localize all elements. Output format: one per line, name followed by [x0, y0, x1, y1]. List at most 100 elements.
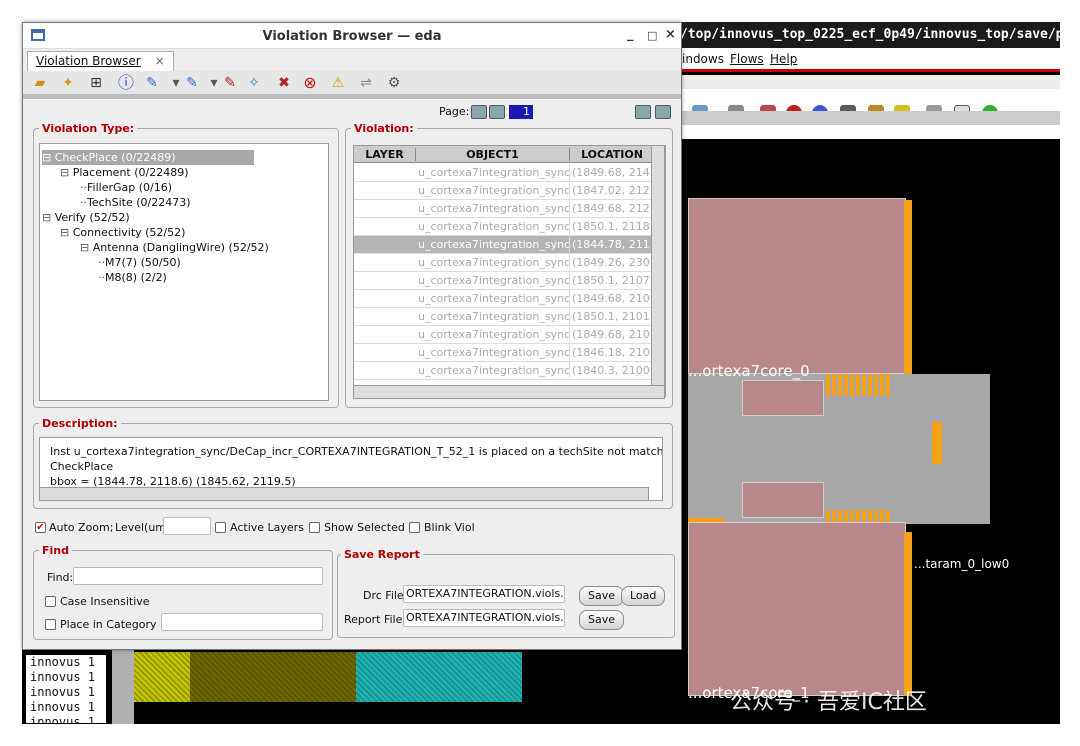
- tree-item-label: CheckPlace (0/22489): [54, 151, 176, 164]
- table-cell-object: u_cortexa7integration_sync/...: [418, 236, 570, 254]
- table-row[interactable]: u_cortexa7integration_sync/... (1849.68, …: [354, 200, 654, 218]
- column-header-object1[interactable]: OBJECT1: [416, 148, 570, 161]
- tree-item[interactable]: ⊟ Connectivity (52/52): [60, 225, 185, 240]
- tree-collapse-icon[interactable]: ⊟: [42, 151, 55, 164]
- settings-wand-icon[interactable]: ✧: [245, 74, 263, 92]
- info-icon[interactable]: ⓘ: [117, 74, 135, 92]
- tab-violation-browser[interactable]: Violation Browser ×: [27, 51, 174, 71]
- show-selected-label: Show Selected: [324, 521, 405, 534]
- table-row[interactable]: u_cortexa7integration_sync/... (1850.1, 2…: [354, 218, 654, 236]
- tree-collapse-icon[interactable]: ⊟: [60, 226, 73, 239]
- auto-zoom-checkbox[interactable]: ✔: [35, 522, 46, 533]
- level-input[interactable]: [163, 517, 211, 535]
- table-row[interactable]: u_cortexa7integration_sync/... (1846.18, …: [354, 344, 654, 362]
- page-first-button[interactable]: [471, 105, 487, 119]
- title-bar[interactable]: Violation Browser — eda _ □ ×: [23, 23, 681, 49]
- tree-item[interactable]: ··FillerGap (0/16): [80, 180, 172, 195]
- drc-save-button[interactable]: Save: [579, 586, 625, 606]
- table-row[interactable]: u_cortexa7integration_sync/... (1849.68, …: [354, 326, 654, 344]
- layout-block-top: [688, 198, 906, 374]
- table-cell-object: u_cortexa7integration_sync/...: [418, 308, 570, 326]
- save-report-label: Save Report: [341, 548, 423, 561]
- table-row[interactable]: u_cortexa7integration_sync/... (1849.68, …: [354, 164, 654, 182]
- close-button[interactable]: ×: [665, 27, 676, 42]
- drc-file-input[interactable]: ORTEXA7INTEGRATION.viols.drc: [403, 585, 565, 603]
- open-folder-icon[interactable]: ▰: [31, 74, 49, 92]
- tree-item[interactable]: ⊟ CheckPlace (0/22489): [42, 150, 254, 165]
- drc-file-label: Drc File:: [363, 589, 408, 602]
- active-layers-checkbox[interactable]: [215, 522, 226, 533]
- layout-block-small: [742, 482, 824, 518]
- menu-flows[interactable]: Flows: [730, 52, 764, 66]
- table-row[interactable]: u_cortexa7integration_sync/... (1844.78, …: [354, 236, 654, 254]
- table-row[interactable]: u_cortexa7integration_sync/... (1850.1, 2…: [354, 308, 654, 326]
- report-save-button[interactable]: Save: [579, 610, 625, 630]
- page-label: Page:: [439, 105, 470, 118]
- tree-collapse-icon[interactable]: ⊟: [42, 211, 55, 224]
- table-cell-location: (1849.68, 210...: [572, 328, 654, 341]
- menu-windows[interactable]: indows: [682, 52, 724, 66]
- description-line: CheckPlace: [50, 460, 114, 473]
- maximize-button[interactable]: □: [647, 29, 657, 42]
- console-output[interactable]: innovus 1 innovus 1 innovus 1 innovus 1 inno…: [26, 655, 106, 723]
- tab-close-icon[interactable]: ×: [155, 54, 165, 68]
- menu-help[interactable]: Help: [770, 52, 797, 66]
- delete-icon[interactable]: ✖: [275, 74, 293, 92]
- table-vertical-scrollbar[interactable]: [651, 145, 665, 397]
- table-cell-object: u_cortexa7integration_sync/...: [418, 272, 570, 290]
- stop-icon[interactable]: ⊗: [301, 74, 319, 92]
- table-cell-location: (1850.1, 2118...: [572, 220, 654, 233]
- page-last-button[interactable]: [655, 105, 671, 119]
- table-row[interactable]: u_cortexa7integration_sync/... (1840.3, 2…: [354, 362, 654, 380]
- drc-load-button[interactable]: Load: [621, 586, 666, 606]
- table-row[interactable]: u_cortexa7integration_sync/... (1849.68, …: [354, 290, 654, 308]
- tree-collapse-icon[interactable]: ⊟: [60, 166, 73, 179]
- blink-viol-checkbox[interactable]: [409, 522, 420, 533]
- find-label: Find:: [47, 571, 74, 584]
- layout-stripe: [904, 532, 912, 696]
- violation-table[interactable]: LAYER OBJECT1 LOCATION u_cortexa7integra…: [353, 145, 666, 397]
- layout-region-cyan: [356, 652, 522, 702]
- column-header-location[interactable]: LOCATION: [570, 148, 654, 161]
- fix-all-icon[interactable]: ✎: [183, 74, 201, 92]
- tree-item[interactable]: ··TechSite (0/22473): [80, 195, 191, 210]
- tree-item[interactable]: ⊟ Antenna (DanglingWire) (52/52): [80, 240, 269, 255]
- report-file-input[interactable]: ORTEXA7INTEGRATION.viols.rpt: [403, 609, 565, 627]
- place-in-category-checkbox[interactable]: [45, 619, 56, 630]
- plug-icon[interactable]: ⇌: [357, 74, 375, 92]
- page-number[interactable]: 1: [509, 105, 533, 119]
- tree-item-label: Antenna (DanglingWire) (52/52): [92, 241, 269, 254]
- find-input[interactable]: [73, 567, 323, 585]
- highlight-wand-icon[interactable]: ✦: [59, 74, 77, 92]
- tree-item[interactable]: ⊟ Verify (52/52): [42, 210, 130, 225]
- warning-icon[interactable]: ⚠: [329, 74, 347, 92]
- violation-type-tree[interactable]: ⊟ CheckPlace (0/22489) ⊟ Placement (0/224…: [39, 143, 329, 401]
- description-horizontal-scrollbar[interactable]: [39, 487, 649, 501]
- table-row[interactable]: u_cortexa7integration_sync/... (1850.1, 2…: [354, 272, 654, 290]
- blink-viol-label: Blink Viol: [424, 521, 475, 534]
- page-next-button[interactable]: [635, 105, 651, 119]
- tree-item[interactable]: ··M8(8) (2/2): [98, 270, 167, 285]
- layout-block-bottom: [688, 522, 906, 696]
- layout-channel: [688, 374, 990, 524]
- layout-stripe: [826, 374, 890, 396]
- tree-item[interactable]: ··M7(7) (50/50): [98, 255, 181, 270]
- clear-icon[interactable]: ✎: [221, 74, 239, 92]
- tree-collapse-icon[interactable]: ⊟: [80, 241, 93, 254]
- layout-region-olive: [190, 652, 356, 702]
- zoom-select-icon[interactable]: ⊞: [87, 74, 105, 92]
- fix-icon[interactable]: ✎: [143, 74, 161, 92]
- show-selected-checkbox[interactable]: [309, 522, 320, 533]
- case-insensitive-checkbox[interactable]: [45, 596, 56, 607]
- tree-item[interactable]: ⊟ Placement (0/22489): [60, 165, 189, 180]
- gear-icon[interactable]: ⚙: [385, 74, 403, 92]
- table-row[interactable]: u_cortexa7integration_sync/... (1847.02, …: [354, 182, 654, 200]
- table-row[interactable]: u_cortexa7integration_sync/... (1849.26, …: [354, 254, 654, 272]
- layout-canvas[interactable]: ...ortexa7core_0 ...taram_0_low0 ...orte…: [676, 152, 1060, 724]
- minimize-button[interactable]: _: [627, 27, 634, 42]
- page-prev-button[interactable]: [489, 105, 505, 119]
- table-cell-location: (1850.1, 2101...: [572, 310, 654, 323]
- table-horizontal-scrollbar[interactable]: [353, 385, 665, 399]
- category-select[interactable]: [161, 613, 323, 631]
- column-header-layer[interactable]: LAYER: [354, 148, 416, 161]
